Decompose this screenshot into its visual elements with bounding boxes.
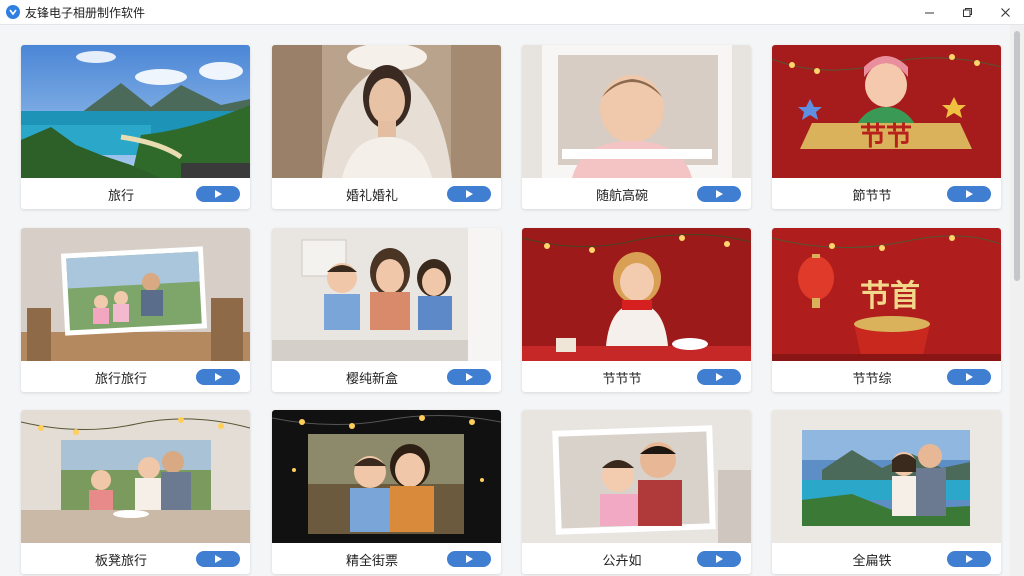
template-thumbnail[interactable]: [272, 410, 501, 543]
template-label: 节节节: [602, 372, 642, 387]
template-label: 婚礼婚礼: [345, 189, 398, 204]
preview-play-button[interactable]: [196, 186, 240, 202]
app-window: 友锋电子相册制作软件 旅行 婚礼婚礼 随航高碗 节节 節节节 旅行旅行 樱纯新盒…: [0, 0, 1024, 576]
minimize-icon: [924, 12, 934, 14]
preview-play-button[interactable]: [447, 551, 491, 567]
template-label: 板凳旅行: [94, 554, 147, 569]
festival-lantern-image: 节首: [772, 228, 1001, 361]
father-daughter-frame-image: [522, 410, 751, 543]
play-icon: [215, 190, 222, 198]
close-button[interactable]: [986, 0, 1024, 25]
template-thumbnail[interactable]: [21, 410, 250, 543]
template-card[interactable]: 旅行旅行: [21, 228, 250, 392]
preview-play-button[interactable]: [697, 551, 741, 567]
template-thumbnail[interactable]: [522, 410, 751, 543]
minimize-button[interactable]: [910, 0, 948, 25]
template-label: 全扁铁: [852, 554, 892, 569]
family-photo-frame-image: [21, 228, 250, 361]
play-icon: [466, 190, 473, 198]
preview-play-button[interactable]: [947, 186, 991, 202]
preview-play-button[interactable]: [947, 369, 991, 385]
preview-play-button[interactable]: [697, 186, 741, 202]
template-label: 節节节: [852, 189, 892, 204]
template-label: 旅行: [107, 189, 134, 204]
christmas-girl-image: [522, 228, 751, 361]
svg-text:节首: 节首: [860, 279, 920, 314]
play-icon: [966, 373, 973, 381]
couple-landscape-frame-image: [772, 410, 1001, 543]
bride-portrait-image: [272, 45, 501, 178]
template-card[interactable]: 婚礼婚礼: [272, 45, 501, 209]
play-icon: [215, 555, 222, 563]
template-thumbnail[interactable]: 节首: [772, 228, 1001, 361]
svg-text:节节: 节节: [860, 122, 912, 152]
template-card[interactable]: 公卉如: [522, 410, 751, 574]
template-thumbnail[interactable]: [272, 228, 501, 361]
window-title: 友锋电子相册制作软件: [25, 5, 146, 20]
template-thumbnail[interactable]: [772, 410, 1001, 543]
window-controls: [910, 0, 1024, 25]
template-card[interactable]: 节首 节节综: [772, 228, 1001, 392]
mother-son-lights-image: [272, 410, 501, 543]
family-dining-image: [272, 228, 501, 361]
template-label: 樱纯新盒: [345, 372, 398, 387]
preview-play-button[interactable]: [947, 551, 991, 567]
template-label: 节节综: [852, 372, 892, 387]
play-icon: [966, 555, 973, 563]
template-thumbnail[interactable]: [21, 228, 250, 361]
landscape-lake-image: [21, 45, 250, 178]
maximize-button[interactable]: [948, 0, 986, 25]
app-logo-icon: [6, 5, 20, 19]
template-card[interactable]: 樱纯新盒: [272, 228, 501, 392]
template-thumbnail[interactable]: [21, 45, 250, 178]
template-card[interactable]: 精全街票: [272, 410, 501, 574]
preview-play-button[interactable]: [447, 369, 491, 385]
play-icon: [466, 373, 473, 381]
template-card[interactable]: 随航高碗: [522, 45, 751, 209]
play-icon: [466, 555, 473, 563]
template-card[interactable]: 旅行: [21, 45, 250, 209]
template-card[interactable]: 节节 節节节: [772, 45, 1001, 209]
template-label: 旅行旅行: [94, 372, 147, 387]
vertical-scrollbar[interactable]: [1010, 25, 1024, 576]
preview-play-button[interactable]: [447, 186, 491, 202]
preview-play-button[interactable]: [697, 369, 741, 385]
preview-play-button[interactable]: [196, 369, 240, 385]
template-label: 精全街票: [345, 554, 398, 569]
template-thumbnail[interactable]: 节节: [772, 45, 1001, 178]
close-icon: [1000, 8, 1010, 17]
play-icon: [215, 373, 222, 381]
template-thumbnail[interactable]: [272, 45, 501, 178]
template-thumbnail[interactable]: [522, 45, 751, 178]
play-icon: [716, 373, 723, 381]
template-card[interactable]: 板凳旅行: [21, 410, 250, 574]
scrollbar-thumb[interactable]: [1014, 31, 1020, 281]
holiday-girl-banner-image: 节节: [772, 45, 1001, 178]
template-card[interactable]: 全扁铁: [772, 410, 1001, 574]
title-bar[interactable]: 友锋电子相册制作软件: [0, 0, 1024, 25]
template-card[interactable]: 节节节: [522, 228, 751, 392]
family-string-lights-image: [21, 410, 250, 543]
template-label: 公卉如: [602, 554, 642, 569]
template-label: 随航高碗: [595, 189, 648, 204]
play-icon: [716, 190, 723, 198]
maximize-icon: [962, 8, 972, 17]
play-icon: [716, 555, 723, 563]
template-grid: 旅行 婚礼婚礼 随航高碗 节节 節节节 旅行旅行 樱纯新盒 节节节 节首 节节综…: [0, 25, 1010, 576]
preview-play-button[interactable]: [196, 551, 240, 567]
play-icon: [966, 190, 973, 198]
baby-portrait-image: [522, 45, 751, 178]
template-thumbnail[interactable]: [522, 228, 751, 361]
